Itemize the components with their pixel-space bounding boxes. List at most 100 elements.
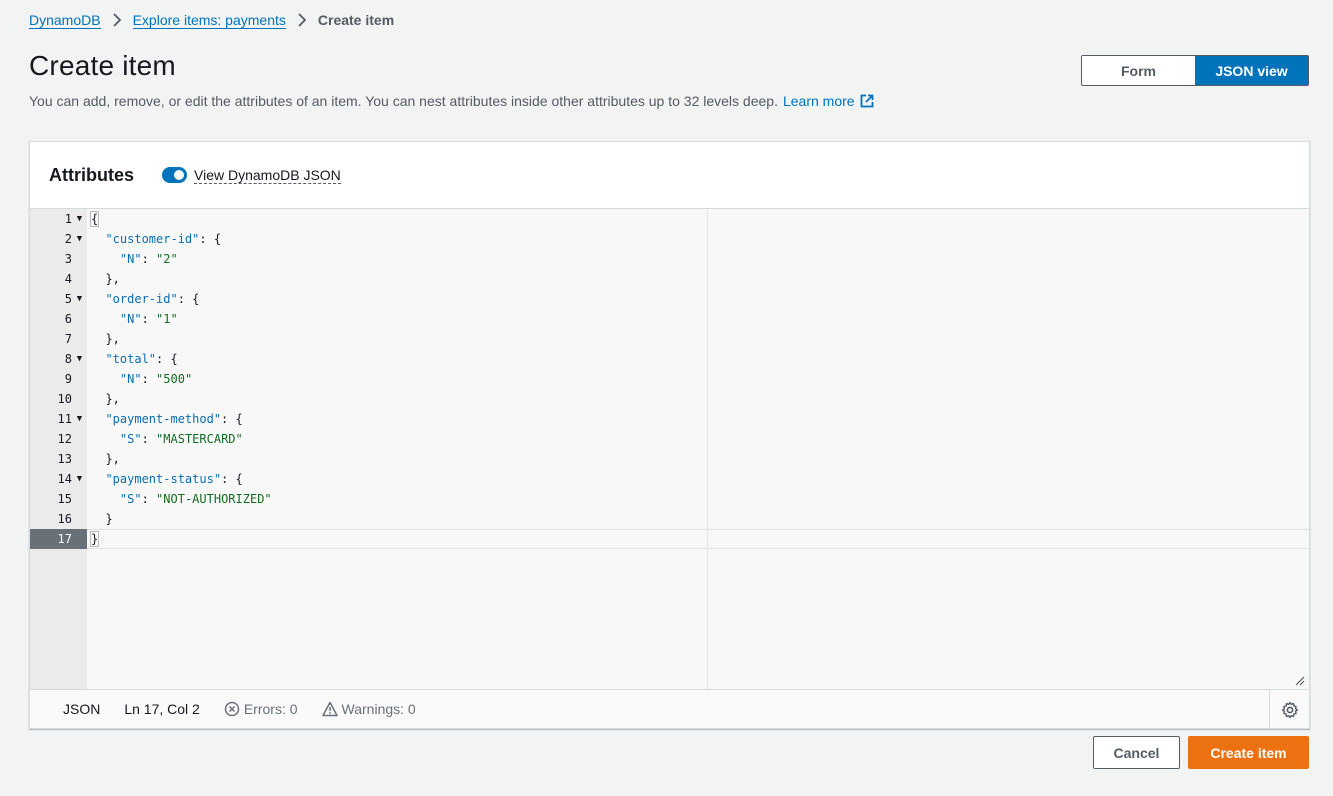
gutter-line: 10 bbox=[30, 389, 87, 409]
form-view-button[interactable]: Form bbox=[1082, 56, 1195, 85]
code-line[interactable]: "S": "MASTERCARD" bbox=[91, 429, 243, 449]
json-value: "500" bbox=[156, 372, 193, 386]
code-line[interactable]: "N": "500" bbox=[91, 369, 192, 389]
attributes-header: Attributes View DynamoDB JSON bbox=[30, 142, 1309, 208]
json-key: "order-id" bbox=[105, 292, 178, 306]
learn-more-link[interactable]: Learn more bbox=[783, 93, 855, 109]
json-view-button[interactable]: JSON view bbox=[1195, 56, 1308, 85]
gutter-line: 15 bbox=[30, 489, 87, 509]
errors-pane-toggle[interactable]: Errors: 0 bbox=[224, 701, 298, 717]
gutter-line: 4 bbox=[30, 269, 87, 289]
chevron-right-icon bbox=[286, 13, 318, 27]
code-line[interactable]: }, bbox=[91, 449, 120, 469]
page-title: Create item bbox=[29, 50, 176, 81]
create-item-button[interactable]: Create item bbox=[1188, 736, 1309, 769]
print-margin bbox=[707, 209, 708, 689]
cancel-button[interactable]: Cancel bbox=[1093, 736, 1180, 769]
gutter-line: 2 ▼ bbox=[30, 229, 87, 249]
code-line[interactable]: "S": "NOT-AUTHORIZED" bbox=[91, 489, 272, 509]
fold-toggle-icon[interactable]: ▼ bbox=[72, 214, 87, 224]
breadcrumb-dynamodb-link[interactable]: DynamoDB bbox=[29, 12, 101, 29]
editor-settings-button[interactable] bbox=[1269, 690, 1309, 729]
fold-toggle-icon[interactable]: ▼ bbox=[72, 414, 87, 424]
json-key: "total" bbox=[105, 352, 157, 366]
view-dynamodb-json-toggle[interactable] bbox=[162, 167, 187, 183]
json-brace: } bbox=[89, 531, 100, 547]
fold-toggle-icon[interactable]: ▼ bbox=[72, 354, 87, 364]
json-brace: }, bbox=[105, 392, 120, 406]
gutter-line: 1 ▼ bbox=[30, 209, 87, 229]
code-line[interactable]: "N": "1" bbox=[91, 309, 178, 329]
chevron-right-icon bbox=[101, 13, 133, 27]
code-line[interactable]: }, bbox=[91, 389, 120, 409]
warnings-count: Warnings: 0 bbox=[341, 701, 416, 717]
line-number: 4 bbox=[64, 272, 72, 286]
gutter-line: 9 bbox=[30, 369, 87, 389]
code-line[interactable]: "order-id": { bbox=[91, 289, 199, 309]
cursor-position: Ln 17, Col 2 bbox=[124, 701, 200, 717]
code-line[interactable]: }, bbox=[91, 329, 120, 349]
json-brace: }, bbox=[105, 332, 120, 346]
json-key: "payment-method" bbox=[105, 412, 222, 426]
line-number: 8 bbox=[64, 352, 72, 366]
json-key: "payment-status" bbox=[105, 472, 222, 486]
page-description: You can add, remove, or edit the attribu… bbox=[29, 93, 874, 109]
external-link-icon[interactable] bbox=[860, 94, 874, 108]
editor-status-bar: JSON Ln 17, Col 2 Errors: 0 Warnings: 0 bbox=[30, 689, 1309, 729]
line-number: 13 bbox=[57, 452, 72, 466]
json-colon: : bbox=[141, 372, 157, 386]
line-number: 12 bbox=[57, 432, 72, 446]
resize-handle-icon[interactable] bbox=[1293, 673, 1305, 686]
line-number: 10 bbox=[57, 392, 72, 406]
json-code-editor[interactable]: 1 ▼ 2 ▼ 3 4 5 ▼ 6 7 8 ▼ 9 10 11 ▼ 12 13 14 ▼ 15 16 17 { "custo… bbox=[30, 208, 1309, 689]
json-punctuation: : { bbox=[177, 292, 200, 306]
view-dynamodb-json-toggle-wrap[interactable]: View DynamoDB JSON bbox=[162, 167, 341, 184]
code-line[interactable]: } bbox=[89, 529, 100, 549]
fold-toggle-icon[interactable]: ▼ bbox=[72, 234, 87, 244]
attributes-title: Attributes bbox=[49, 164, 134, 185]
line-number: 15 bbox=[57, 492, 72, 506]
warnings-pane-toggle[interactable]: Warnings: 0 bbox=[321, 701, 416, 717]
breadcrumb-current: Create item bbox=[317, 12, 395, 28]
json-colon: : bbox=[141, 432, 157, 446]
json-brace: }, bbox=[105, 452, 120, 466]
gutter-line: 12 bbox=[30, 429, 87, 449]
json-key: "N" bbox=[119, 312, 142, 326]
line-number: 14 bbox=[57, 472, 72, 486]
json-key: "N" bbox=[119, 372, 142, 386]
json-value: "2" bbox=[156, 252, 178, 266]
breadcrumb: DynamoDB Explore items: payments Create … bbox=[29, 10, 394, 30]
view-mode-segmented-control: Form JSON view bbox=[1081, 55, 1309, 86]
json-key: "S" bbox=[119, 492, 142, 506]
code-line[interactable]: "payment-method": { bbox=[91, 409, 242, 429]
code-line[interactable]: { bbox=[89, 209, 100, 229]
attributes-container: Attributes View DynamoDB JSON 1 ▼ 2 ▼ 3 4 5 ▼ 6 7… bbox=[29, 141, 1310, 729]
code-line[interactable]: "payment-status": { bbox=[91, 469, 242, 489]
code-line[interactable]: "total": { bbox=[91, 349, 177, 369]
gutter-line: 6 bbox=[30, 309, 87, 329]
gutter-line: 13 bbox=[30, 449, 87, 469]
fold-toggle-icon[interactable]: ▼ bbox=[72, 294, 87, 304]
gutter-line: 14 ▼ bbox=[30, 469, 87, 489]
fold-toggle-icon[interactable]: ▼ bbox=[72, 474, 87, 484]
code-line[interactable]: }, bbox=[91, 269, 119, 289]
code-line[interactable]: "N": "2" bbox=[91, 249, 178, 269]
line-number: 3 bbox=[64, 252, 72, 266]
gutter-line: 8 ▼ bbox=[30, 349, 87, 369]
code-line[interactable]: } bbox=[91, 509, 112, 529]
json-colon: : bbox=[141, 492, 157, 506]
view-dynamodb-json-label[interactable]: View DynamoDB JSON bbox=[194, 167, 341, 184]
breadcrumb-explore-items-link[interactable]: Explore items: payments bbox=[132, 12, 286, 29]
code-line[interactable]: "customer-id": { bbox=[91, 229, 221, 249]
active-line-highlight bbox=[87, 529, 1309, 549]
